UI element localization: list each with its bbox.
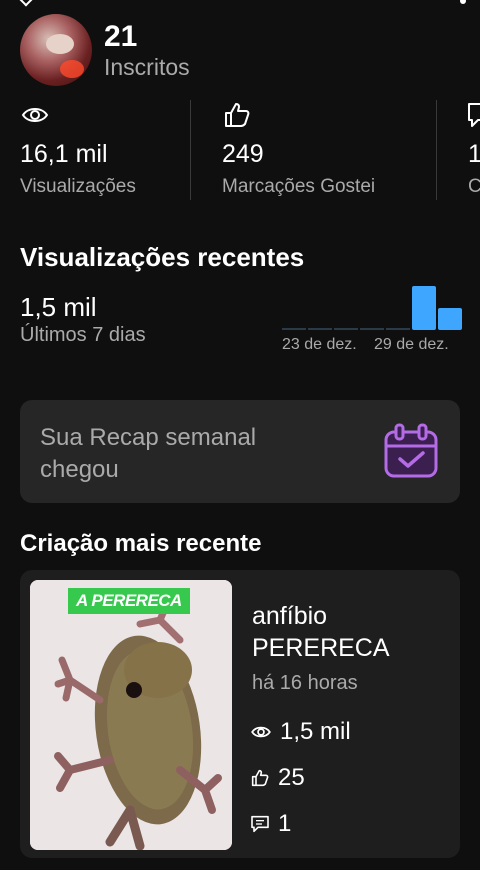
recap-card[interactable]: Sua Recap semanal chegou: [20, 400, 460, 503]
video-comments: 1: [278, 810, 292, 837]
thumbs-up-icon: [251, 769, 269, 787]
latest-creation-card[interactable]: A PERERECA anfíbio PERERECA há 16 horas …: [20, 570, 460, 858]
video-time: há 16 horas: [252, 672, 358, 694]
subscribers-count: 21: [104, 20, 138, 53]
chart-bar: [412, 286, 436, 330]
thumbnail-tag: A PERERECA: [68, 588, 190, 614]
video-views: 1,5 mil: [280, 718, 351, 745]
video-likes: 25: [278, 764, 305, 791]
video-views-row: 1,5 mil: [250, 718, 351, 746]
chart-bar: [308, 328, 332, 330]
comment-icon: [251, 815, 269, 833]
recent-views-chart[interactable]: [282, 284, 462, 330]
chart-bar: [438, 308, 462, 330]
calendar-check-icon: [384, 423, 438, 478]
chart-bar: [386, 328, 410, 330]
thumbs-up-icon: [225, 103, 250, 127]
recent-views-title: Visualizações recentes: [20, 242, 305, 272]
eye-icon: [21, 108, 49, 122]
chart-date-end: 29 de dez.: [374, 336, 449, 353]
divider: [436, 100, 437, 200]
more-menu-icon[interactable]: [460, 0, 466, 4]
comments-value: 1: [468, 140, 480, 168]
recent-views-value: 1,5 mil: [20, 292, 97, 322]
video-comments-row: 1: [250, 810, 291, 838]
latest-creation-title: Criação mais recente: [20, 530, 262, 557]
views-label: Visualizações: [20, 176, 136, 197]
avatar: [20, 14, 92, 86]
video-likes-row: 25: [250, 764, 305, 792]
likes-value: 249: [222, 140, 264, 168]
comments-label: C: [468, 176, 480, 197]
chart-date-start: 23 de dez.: [282, 336, 357, 353]
likes-label: Marcações Gostei: [222, 176, 376, 197]
divider: [190, 100, 191, 200]
views-value: 16,1 mil: [20, 140, 108, 168]
back-chevron-icon[interactable]: [17, 0, 35, 7]
video-thumbnail[interactable]: A PERERECA: [30, 580, 232, 850]
chart-bar: [282, 328, 306, 330]
recap-text: Sua Recap semanal chegou: [40, 424, 257, 483]
comment-icon: [468, 103, 480, 127]
chart-bar: [334, 328, 358, 330]
recent-views-period: Últimos 7 dias: [20, 324, 146, 346]
video-title: anfíbio PERERECA: [252, 602, 390, 662]
frog-image: [30, 580, 232, 850]
chart-bar: [360, 328, 384, 330]
subscribers-label: Inscritos: [104, 54, 190, 80]
eye-icon: [251, 726, 271, 738]
